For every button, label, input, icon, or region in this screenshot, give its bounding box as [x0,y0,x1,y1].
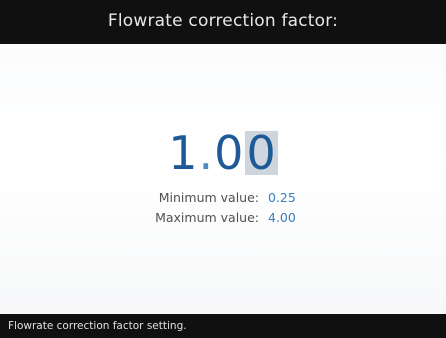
minimum-value: 0.25 [268,190,296,205]
page-title: Flowrate correction factor: [107,10,339,31]
flowrate-screen: Flowrate correction factor: 1.00 Minimum… [0,0,446,338]
maximum-value-label: Maximum value: [155,210,259,225]
content-area: 1.00 Minimum value: 0.25 Maximum value: … [0,44,446,314]
status-bar: Flowrate correction factor setting. [0,314,446,338]
value-integer-digit[interactable]: 1 [168,128,198,178]
flowrate-value-field[interactable]: 1.00 [0,128,446,178]
title-bar: Flowrate correction factor: [0,0,446,44]
value-hundredths-digit-cursor[interactable]: 0 [245,130,278,176]
status-text: Flowrate correction factor setting. [8,320,187,332]
minimum-value-label: Minimum value: [158,190,259,205]
value-decimal-point: . [198,126,215,180]
maximum-value: 4.00 [268,210,296,225]
value-tenths-digit[interactable]: 0 [214,128,244,178]
